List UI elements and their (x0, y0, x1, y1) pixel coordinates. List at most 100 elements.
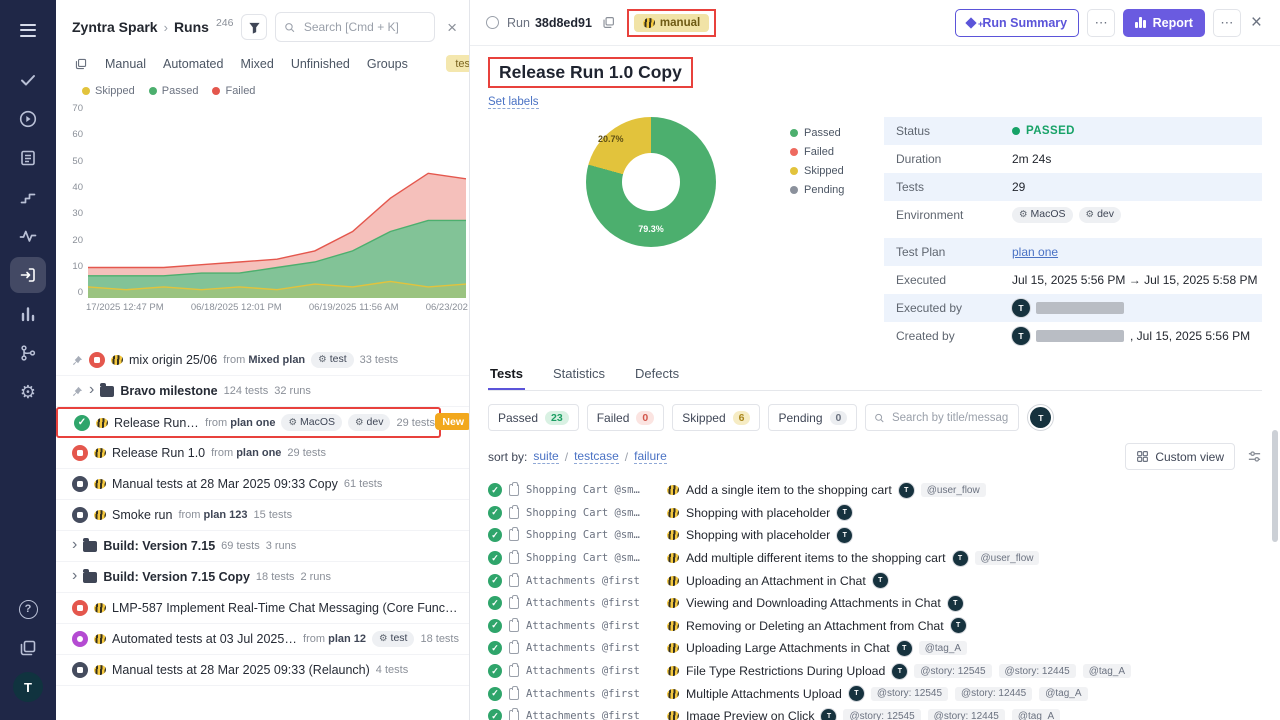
filter-chip-failed[interactable]: Failed0 (587, 404, 665, 431)
info-label: Executed by (896, 301, 1012, 315)
test-result-row[interactable]: ✓Attachments @firstViewing and Downloadi… (488, 592, 1262, 615)
test-filters-row: Passed23 Failed0 Skipped6 Pending0 T (488, 404, 1262, 431)
assignee-filter-button[interactable]: T (1027, 404, 1054, 431)
run-list-item[interactable]: Manual tests at 28 Mar 2025 09:33 Copy61… (56, 469, 469, 500)
more-options-button[interactable]: ⋯ (1213, 9, 1241, 37)
merge-branch-icon[interactable] (10, 335, 46, 371)
filter-chip-pending[interactable]: Pending0 (768, 404, 857, 431)
run-list-item[interactable]: Release Run 1.0from plan one29 tests (56, 438, 469, 469)
run-group-row[interactable]: ›Build: Version 7.1569 tests3 runs (56, 531, 469, 562)
run-list-item[interactable]: Automated tests at 03 Jul 2025 13:25from… (56, 624, 469, 655)
tests-search[interactable] (865, 404, 1019, 431)
runs-search[interactable] (275, 12, 435, 42)
copy-run-id-button[interactable] (600, 14, 617, 31)
filter-chip-label: Failed (597, 411, 630, 425)
help-icon[interactable]: ? (10, 591, 46, 627)
chevron-expand-icon[interactable]: › (72, 568, 77, 584)
scrollbar-thumb[interactable] (1272, 430, 1278, 542)
activity-pulse-icon[interactable] (10, 218, 46, 254)
run-group-row[interactable]: ›Bravo milestone124 tests32 runs (56, 376, 469, 407)
bee-icon (666, 485, 679, 497)
run-list-item[interactable]: mix origin 25/06from Mixed plan⚙test33 t… (56, 345, 469, 376)
tab-tests[interactable]: Tests (488, 366, 525, 390)
launch-play-icon[interactable] (10, 101, 46, 137)
overflow-chip[interactable]: tes (446, 55, 469, 72)
test-result-row[interactable]: ✓Attachments @firstImage Preview on Clic… (488, 705, 1262, 720)
test-result-row[interactable]: ✓Shopping Cart @sm…Add a single item to … (488, 479, 1262, 502)
runs-tab-automated[interactable]: Automated (163, 57, 223, 71)
info-row: StatusPASSED (884, 117, 1262, 145)
close-runs-panel-button[interactable]: × (443, 19, 461, 36)
test-runs-icon[interactable] (10, 257, 46, 293)
test-title: Shopping with placeholder (686, 506, 830, 520)
test-result-row[interactable]: ✓Attachments @firstUploading an Attachme… (488, 569, 1262, 592)
runs-tab-manual[interactable]: Manual (105, 57, 146, 71)
tests-search-input[interactable] (890, 411, 1010, 425)
tab-statistics[interactable]: Statistics (551, 366, 607, 390)
runs-tab-unfinished[interactable]: Unfinished (291, 57, 350, 71)
breadcrumb-project[interactable]: Zyntra Spark (72, 19, 158, 35)
runs-panel: Zyntra Spark › Runs 246 × ManualAutomate… (56, 0, 470, 720)
test-result-row[interactable]: ✓Shopping Cart @sm…Shopping with placeho… (488, 502, 1262, 525)
display-settings-icon[interactable] (1247, 449, 1262, 464)
search-icon (874, 412, 885, 424)
test-result-row[interactable]: ✓Shopping Cart @sm…Shopping with placeho… (488, 524, 1262, 547)
run-summary-button[interactable]: + Run Summary (955, 9, 1079, 37)
test-result-row[interactable]: ✓Attachments @firstFile Type Restriction… (488, 660, 1262, 683)
layers-icon[interactable] (74, 57, 88, 71)
info-label: Executed (896, 273, 1012, 287)
sort-option-testcase[interactable]: testcase (574, 449, 619, 464)
run-summary-label: Run Summary (982, 16, 1067, 30)
y-axis-tick: 10 (72, 262, 83, 272)
run-meta: 29 tests (287, 447, 326, 459)
sort-option-suite[interactable]: suite (533, 449, 558, 464)
run-list-item[interactable]: LMP-587 Implement Real-Time Chat Messagi… (56, 593, 469, 624)
set-labels-link[interactable]: Set labels (488, 96, 539, 109)
filter-chip-passed[interactable]: Passed23 (488, 404, 579, 431)
runs-tab-groups[interactable]: Groups (367, 57, 408, 71)
run-list-item[interactable]: Smoke runfrom plan 12315 tests (56, 500, 469, 531)
analytics-bars-icon[interactable] (10, 296, 46, 332)
breadcrumb-section[interactable]: Runs (174, 19, 209, 35)
test-tag: @story: 12545 (914, 664, 991, 678)
filter-button[interactable] (241, 14, 267, 40)
suite-label: Shopping Cart @sm… (526, 552, 660, 564)
custom-view-button[interactable]: Custom view (1125, 443, 1235, 470)
report-label: Report (1153, 16, 1193, 30)
run-group-row[interactable]: ›Build: Version 7.15 Copy18 tests2 runs (56, 562, 469, 593)
test-result-row[interactable]: ✓Shopping Cart @sm…Add multiple differen… (488, 547, 1262, 570)
report-button[interactable]: Report (1123, 9, 1205, 37)
chevron-expand-icon[interactable]: › (89, 382, 94, 398)
test-cases-icon[interactable] (10, 140, 46, 176)
test-result-row[interactable]: ✓Attachments @firstUploading Large Attac… (488, 637, 1262, 660)
run-plan-ref: from plan one (205, 417, 275, 429)
runs-search-input[interactable] (302, 19, 426, 35)
tab-defects[interactable]: Defects (633, 366, 681, 390)
menu-icon[interactable] (10, 12, 46, 48)
sort-option-failure[interactable]: failure (634, 449, 667, 464)
more-actions-button[interactable]: ⋯ (1087, 9, 1115, 37)
info-value: PASSED (1012, 125, 1075, 137)
run-list-item[interactable]: Manual tests at 28 Mar 2025 09:33 (Relau… (56, 655, 469, 686)
chevron-expand-icon[interactable]: › (72, 537, 77, 553)
close-detail-button[interactable]: × (1249, 13, 1264, 32)
test-status-passed-icon: ✓ (488, 574, 502, 588)
test-result-row[interactable]: ✓Attachments @firstRemoving or Deleting … (488, 615, 1262, 638)
test-title: Uploading Large Attachments in Chat (686, 641, 890, 655)
app-root: ⚙ ? T Zyntra Spark › Runs 246 × Manu (0, 0, 1280, 720)
user-avatar: T (1012, 327, 1030, 345)
shared-steps-icon[interactable] (10, 179, 46, 215)
dashboard-check-icon[interactable] (10, 62, 46, 98)
test-result-row[interactable]: ✓Attachments @firstMultiple Attachments … (488, 682, 1262, 705)
test-plan-link[interactable]: plan one (1012, 245, 1058, 259)
runs-tab-mixed[interactable]: Mixed (240, 57, 273, 71)
workspace-avatar[interactable]: T (10, 669, 46, 705)
filter-chip-label: Pending (778, 411, 822, 425)
projects-icon[interactable] (10, 630, 46, 666)
run-list-item[interactable]: ✓Release Run 1.0 Copyfrom plan one⚙MacOS… (56, 407, 441, 438)
filter-chip-skipped[interactable]: Skipped6 (672, 404, 760, 431)
info-row: Test Planplan one (884, 238, 1262, 266)
bee-icon (93, 478, 106, 490)
settings-gear-icon[interactable]: ⚙ (10, 374, 46, 410)
info-row: Duration2m 24s (884, 145, 1262, 173)
